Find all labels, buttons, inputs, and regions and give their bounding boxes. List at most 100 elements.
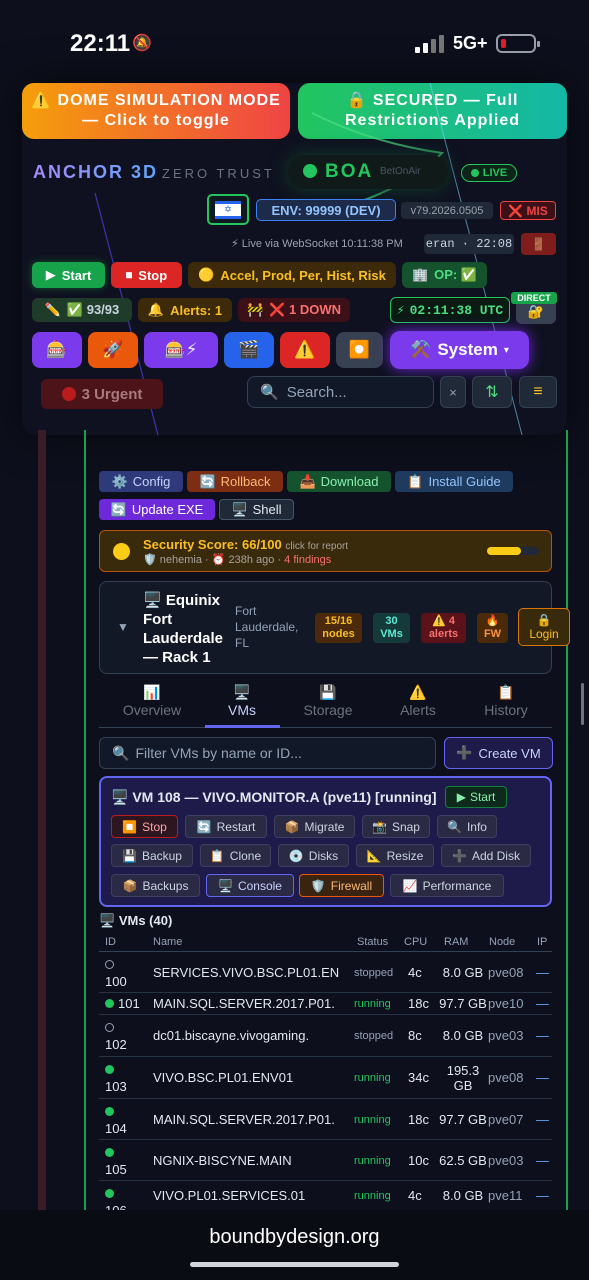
vm-clone-button[interactable]: 📋 Clone (200, 844, 271, 867)
menu-button[interactable]: ≡ (519, 376, 557, 408)
vm-id: 104 (105, 1104, 127, 1136)
home-indicator[interactable] (190, 1262, 399, 1267)
vm-backup-button[interactable]: 💾 Backup (111, 844, 193, 867)
table-row[interactable]: 100 SERVICES.VIVO.BSC.PL01.EN stopped 4c 8.0… (99, 952, 552, 993)
health-count-badge[interactable]: ✏️ ✅ 93/93 (32, 298, 132, 322)
table-row[interactable]: 101 MAIN.SQL.SERVER.2017.P01. running 18c 97… (99, 993, 552, 1015)
vm-migrate-button[interactable]: 📦 Migrate (274, 815, 355, 838)
vm-btn-label: Firewall (330, 878, 373, 893)
search-input[interactable]: 🔍 Search... (247, 376, 434, 408)
scrollbar[interactable] (581, 683, 584, 725)
clear-search-button[interactable]: × (440, 376, 466, 408)
vm-start-button[interactable]: ▶ Start (445, 786, 507, 808)
vm-performance-button[interactable]: 📈 Performance (390, 874, 504, 897)
vm-filter-placeholder: Filter VMs by name or ID... (135, 745, 302, 761)
vm-stop-button[interactable]: ⏹️ Stop (111, 815, 178, 838)
login-button[interactable]: 🔒 Login (518, 608, 570, 646)
slot-lightning-button[interactable]: 🎰⚡ (144, 332, 218, 368)
collapse-chevron-icon[interactable]: ▼ (117, 620, 129, 634)
warning-button[interactable]: ⚠️ (280, 332, 330, 368)
op-label: OP: ✅ (434, 267, 478, 282)
vm-backups-button[interactable]: 📦 Backups (111, 874, 200, 897)
tab-alerts[interactable]: ⚠️ Alerts (373, 684, 463, 718)
brand-subtitle: BetOnAir (380, 166, 421, 177)
mis-badge[interactable]: ❌ MIS (500, 201, 556, 220)
op-button[interactable]: 🏢 OP: ✅ (402, 262, 487, 288)
stop-button[interactable]: ⏹ Stop (111, 262, 182, 288)
col-status[interactable]: Status (357, 936, 388, 948)
vm-btn-label: Add Disk (471, 848, 520, 863)
vm-list-count: VMs (40) (118, 913, 173, 928)
sort-arrows-icon: ⇅ (485, 384, 499, 401)
package-icon: 📦 (284, 819, 300, 834)
vm-firewall-button[interactable]: 🛡️ Firewall (299, 874, 384, 897)
rocket-button[interactable]: 🚀 (88, 332, 138, 368)
col-cpu[interactable]: CPU (404, 936, 427, 948)
vm-ip: — (536, 964, 549, 980)
vm-restart-button[interactable]: 🔄 Restart (185, 815, 267, 838)
tab-vms[interactable]: 🖥️ VMs (197, 684, 287, 718)
vm-btn-label: Clone (229, 848, 262, 863)
tab-history[interactable]: 📋 History (461, 684, 551, 718)
active-tab-indicator (205, 725, 280, 728)
vm-info-button[interactable]: 🔍 Info (437, 815, 497, 838)
vm-status: stopped (354, 1030, 394, 1042)
environment-badge[interactable]: ENV: 99999 (DEV) (256, 199, 396, 221)
vm-add-disk-button[interactable]: ➕ Add Disk (441, 844, 531, 867)
vm-list-title: 🖥️ VMs (40) (99, 913, 173, 928)
vm-status: running (354, 1113, 391, 1126)
vm-filter-input[interactable]: 🔍 Filter VMs by name or ID... (99, 737, 436, 769)
tab-history-label: History (484, 702, 528, 718)
modes-button[interactable]: 🟡 Accel, Prod, Per, Hist, Risk (188, 262, 396, 288)
col-ram[interactable]: RAM (444, 936, 468, 948)
app-logo: ANCHOR 3D (33, 162, 159, 182)
vm-console-button[interactable]: 🖥️ Console (206, 874, 294, 897)
vm-id-text: 103 (105, 1079, 127, 1094)
status-dot-icon (105, 1189, 114, 1198)
vm-disks-button[interactable]: 💿 Disks (278, 844, 349, 867)
system-menu-button[interactable]: ⚒️ System ▾ (390, 331, 529, 369)
urgent-label: 3 Urgent (81, 385, 143, 403)
tab-overview[interactable]: 📊 Overview (107, 684, 197, 718)
vm-cpu: 34c (408, 1070, 429, 1085)
fire-icon: 🔥 (485, 615, 500, 627)
col-node[interactable]: Node (489, 936, 515, 948)
col-ip[interactable]: IP (537, 936, 547, 948)
table-row[interactable]: 104 MAIN.SQL.SERVER.2017.P01. running 18c 97… (99, 1099, 552, 1140)
down-badge[interactable]: 🚧 ❌ 1 DOWN (238, 298, 350, 322)
building-icon: 🏢 (411, 267, 429, 282)
yellow-circle-icon: 🟡 (198, 267, 215, 282)
install-guide-button[interactable]: 📋 Install Guide (395, 471, 513, 492)
shell-button[interactable]: 🖥️ Shell (219, 499, 294, 520)
urgent-badge[interactable]: 3 Urgent (41, 379, 163, 409)
clapper-button[interactable]: 🎬 (224, 332, 274, 368)
update-exe-button[interactable]: 🔄 Update EXE (99, 499, 215, 520)
table-row[interactable]: 102 dc01.biscayne.vivogaming. stopped 8c 8.0… (99, 1015, 552, 1057)
url-bar[interactable]: boundbydesign.org (0, 1226, 589, 1249)
record-button[interactable]: ⏺️ (336, 332, 383, 368)
vm-snap-button[interactable]: 📸 Snap (362, 815, 430, 838)
vm-name: VIVO.BSC.PL01.ENV01 (153, 1070, 294, 1085)
slot-machine-button[interactable]: 🎰 (32, 332, 82, 368)
col-name[interactable]: Name (153, 936, 182, 948)
firewall-label: FW (483, 628, 502, 640)
vm-resize-button[interactable]: 📐 Resize (356, 844, 434, 867)
slot-lightning-icon: 🎰⚡ (164, 340, 198, 359)
battery-icon (496, 34, 540, 53)
config-button[interactable]: ⚙️ Config (99, 471, 183, 492)
table-row[interactable]: 106VIVO.PL01.SERVICES.01running4c8.0 GBp… (99, 1181, 552, 1218)
status-dot-icon (105, 999, 114, 1008)
start-button[interactable]: ▶ Start (32, 262, 105, 288)
tab-storage[interactable]: 💾 Storage (283, 684, 373, 718)
sort-button[interactable]: ⇅ (472, 376, 512, 408)
table-row[interactable]: 105 NGNIX-BISCYNE.MAIN running 10c 62.5 GB pv… (99, 1140, 552, 1181)
rollback-button[interactable]: 🔄 Rollback (187, 471, 283, 492)
alerts-badge[interactable]: 🔔 Alerts: 1 (138, 298, 232, 322)
vm-ip: — (536, 1028, 549, 1043)
col-id[interactable]: ID (105, 936, 116, 948)
israel-flag-icon[interactable]: ✡ (207, 194, 249, 225)
create-vm-button[interactable]: ➕ Create VM (444, 737, 553, 769)
table-row[interactable]: 103 VIVO.BSC.PL01.ENV01 running 34c 195.3 GB… (99, 1057, 552, 1099)
logout-door-icon[interactable]: 🚪 (521, 233, 556, 255)
download-button[interactable]: 📥 Download (287, 471, 391, 492)
